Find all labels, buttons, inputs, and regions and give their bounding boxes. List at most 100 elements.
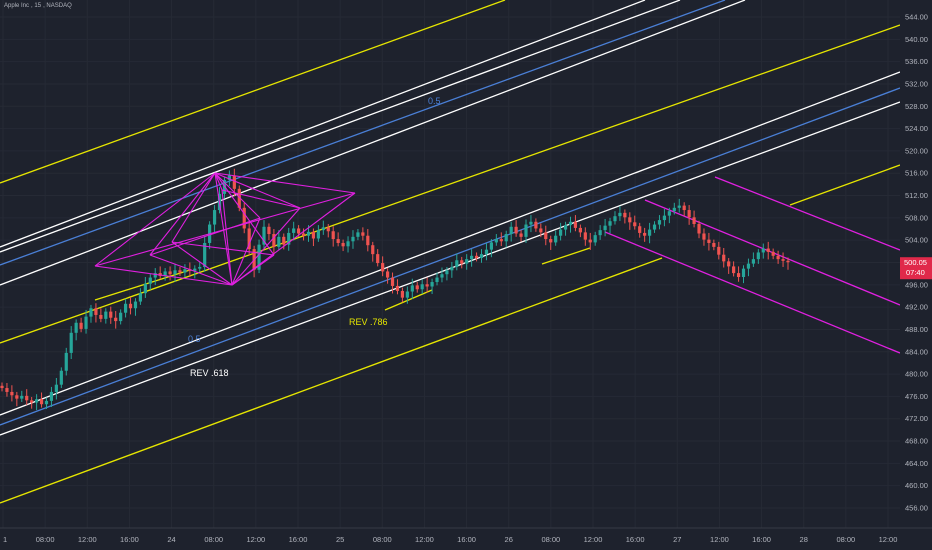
- candle-body: [692, 217, 696, 225]
- candle-body: [366, 235, 370, 246]
- candle-body: [613, 216, 617, 222]
- candle-body: [504, 234, 508, 242]
- candle-body: [618, 212, 622, 217]
- price-tick-label: 520.00: [905, 146, 928, 155]
- candle-body: [39, 399, 44, 405]
- candle-body: [133, 301, 138, 309]
- price-tick-label: 456.00: [905, 504, 928, 513]
- candle-body: [242, 207, 246, 229]
- candle-body: [183, 269, 187, 273]
- time-tick-label: 24: [167, 535, 175, 544]
- candle-body: [356, 232, 360, 237]
- candle-body: [638, 226, 642, 233]
- candle-body: [707, 239, 711, 243]
- candle-body: [465, 259, 469, 264]
- candle-body: [450, 266, 454, 271]
- candle-body: [677, 205, 681, 208]
- candle-body: [114, 317, 118, 322]
- time-tick-label: 12:00: [246, 535, 265, 544]
- candle-body: [509, 226, 513, 235]
- price-tick-label: 524.00: [905, 124, 928, 133]
- candle-body: [44, 400, 49, 405]
- candle-body: [662, 215, 667, 221]
- candle-body: [766, 248, 770, 252]
- time-tick-label: 16:00: [120, 535, 139, 544]
- label-rev-786: REV .786: [349, 317, 388, 327]
- candle-body: [0, 385, 4, 389]
- candle-body: [390, 277, 395, 286]
- candle-body: [64, 352, 68, 371]
- candle-body: [776, 255, 780, 260]
- time-tick-label: 25: [336, 535, 344, 544]
- candle-body: [544, 232, 548, 240]
- candle-body: [371, 245, 375, 255]
- candle-body: [746, 263, 751, 269]
- candle-body: [727, 261, 731, 267]
- candle-body: [633, 222, 637, 227]
- candle-body: [415, 285, 419, 290]
- symbol-exchange: NASDAQ: [46, 3, 72, 9]
- candle-body: [786, 260, 790, 263]
- time-axis[interactable]: 1 08:00 12:00 16:00 24 08:00 12:00 16:00 25 08:00…: [0, 527, 932, 550]
- candle-body: [385, 271, 390, 278]
- candle-body: [119, 312, 123, 322]
- candle-body: [306, 231, 311, 236]
- chart-background: [0, 0, 932, 550]
- symbol-header[interactable]: Apple Inc, 15, NASDAQ: [4, 3, 74, 9]
- symbol-name: Apple Inc: [4, 3, 30, 9]
- time-tick-label: 28: [800, 535, 808, 544]
- candle-body: [712, 242, 716, 247]
- candle-body: [128, 303, 133, 309]
- candle-body: [59, 370, 63, 385]
- candle-body: [316, 230, 320, 239]
- time-tick-label: 12:00: [710, 535, 729, 544]
- time-tick-label: 16:00: [626, 535, 645, 544]
- candle-body: [336, 239, 340, 243]
- candle-body: [173, 270, 177, 275]
- candle-body: [524, 224, 528, 237]
- price-tick-label: 536.00: [905, 57, 928, 66]
- time-tick-label: 27: [673, 535, 681, 544]
- candle-body: [563, 225, 568, 230]
- label-rev-618: REV .618: [190, 368, 229, 378]
- candle-body: [756, 252, 760, 260]
- price-tick-label: 492.00: [905, 303, 928, 312]
- time-tick-label: 12:00: [415, 535, 434, 544]
- candle-body: [583, 232, 587, 240]
- candle-body: [455, 260, 459, 267]
- candle-body: [761, 248, 765, 253]
- candle-body: [341, 242, 345, 247]
- price-tick-label: 516.00: [905, 169, 928, 178]
- time-tick-label: 08:00: [836, 535, 855, 544]
- time-tick-label: 1: [3, 535, 7, 544]
- candle-body: [25, 395, 29, 401]
- candle-body: [781, 259, 785, 261]
- candle-body: [445, 270, 449, 275]
- chart-canvas[interactable]: 0.5 0.5 REV .786 REV .618 544.00 540.00 53…: [0, 0, 932, 550]
- price-tick-label: 480.00: [905, 370, 928, 379]
- candle-body: [311, 231, 316, 239]
- symbol-interval: 15: [34, 3, 42, 9]
- price-tick-label: 512.00: [905, 191, 928, 200]
- candle-body: [410, 285, 414, 292]
- candle-body: [573, 221, 578, 228]
- candle-body: [143, 283, 147, 294]
- candle-body: [593, 235, 597, 243]
- price-tick-label: 544.00: [905, 13, 928, 22]
- candle-body: [79, 322, 83, 329]
- price-tick-label: 464.00: [905, 459, 928, 468]
- time-tick-label: 08:00: [36, 535, 55, 544]
- candle-body: [232, 175, 236, 189]
- price-tick-label: 472.00: [905, 414, 928, 423]
- candle-body: [470, 255, 474, 260]
- candle-body: [702, 233, 706, 240]
- candle-body: [282, 236, 286, 245]
- candle-body: [54, 384, 58, 392]
- time-tick-label: 16:00: [752, 535, 771, 544]
- candle-body: [123, 303, 128, 313]
- candle-body: [484, 249, 489, 255]
- candle-body: [489, 242, 493, 250]
- candle-body: [741, 268, 746, 278]
- time-tick-label: 26: [505, 535, 513, 544]
- candle-body: [20, 395, 24, 399]
